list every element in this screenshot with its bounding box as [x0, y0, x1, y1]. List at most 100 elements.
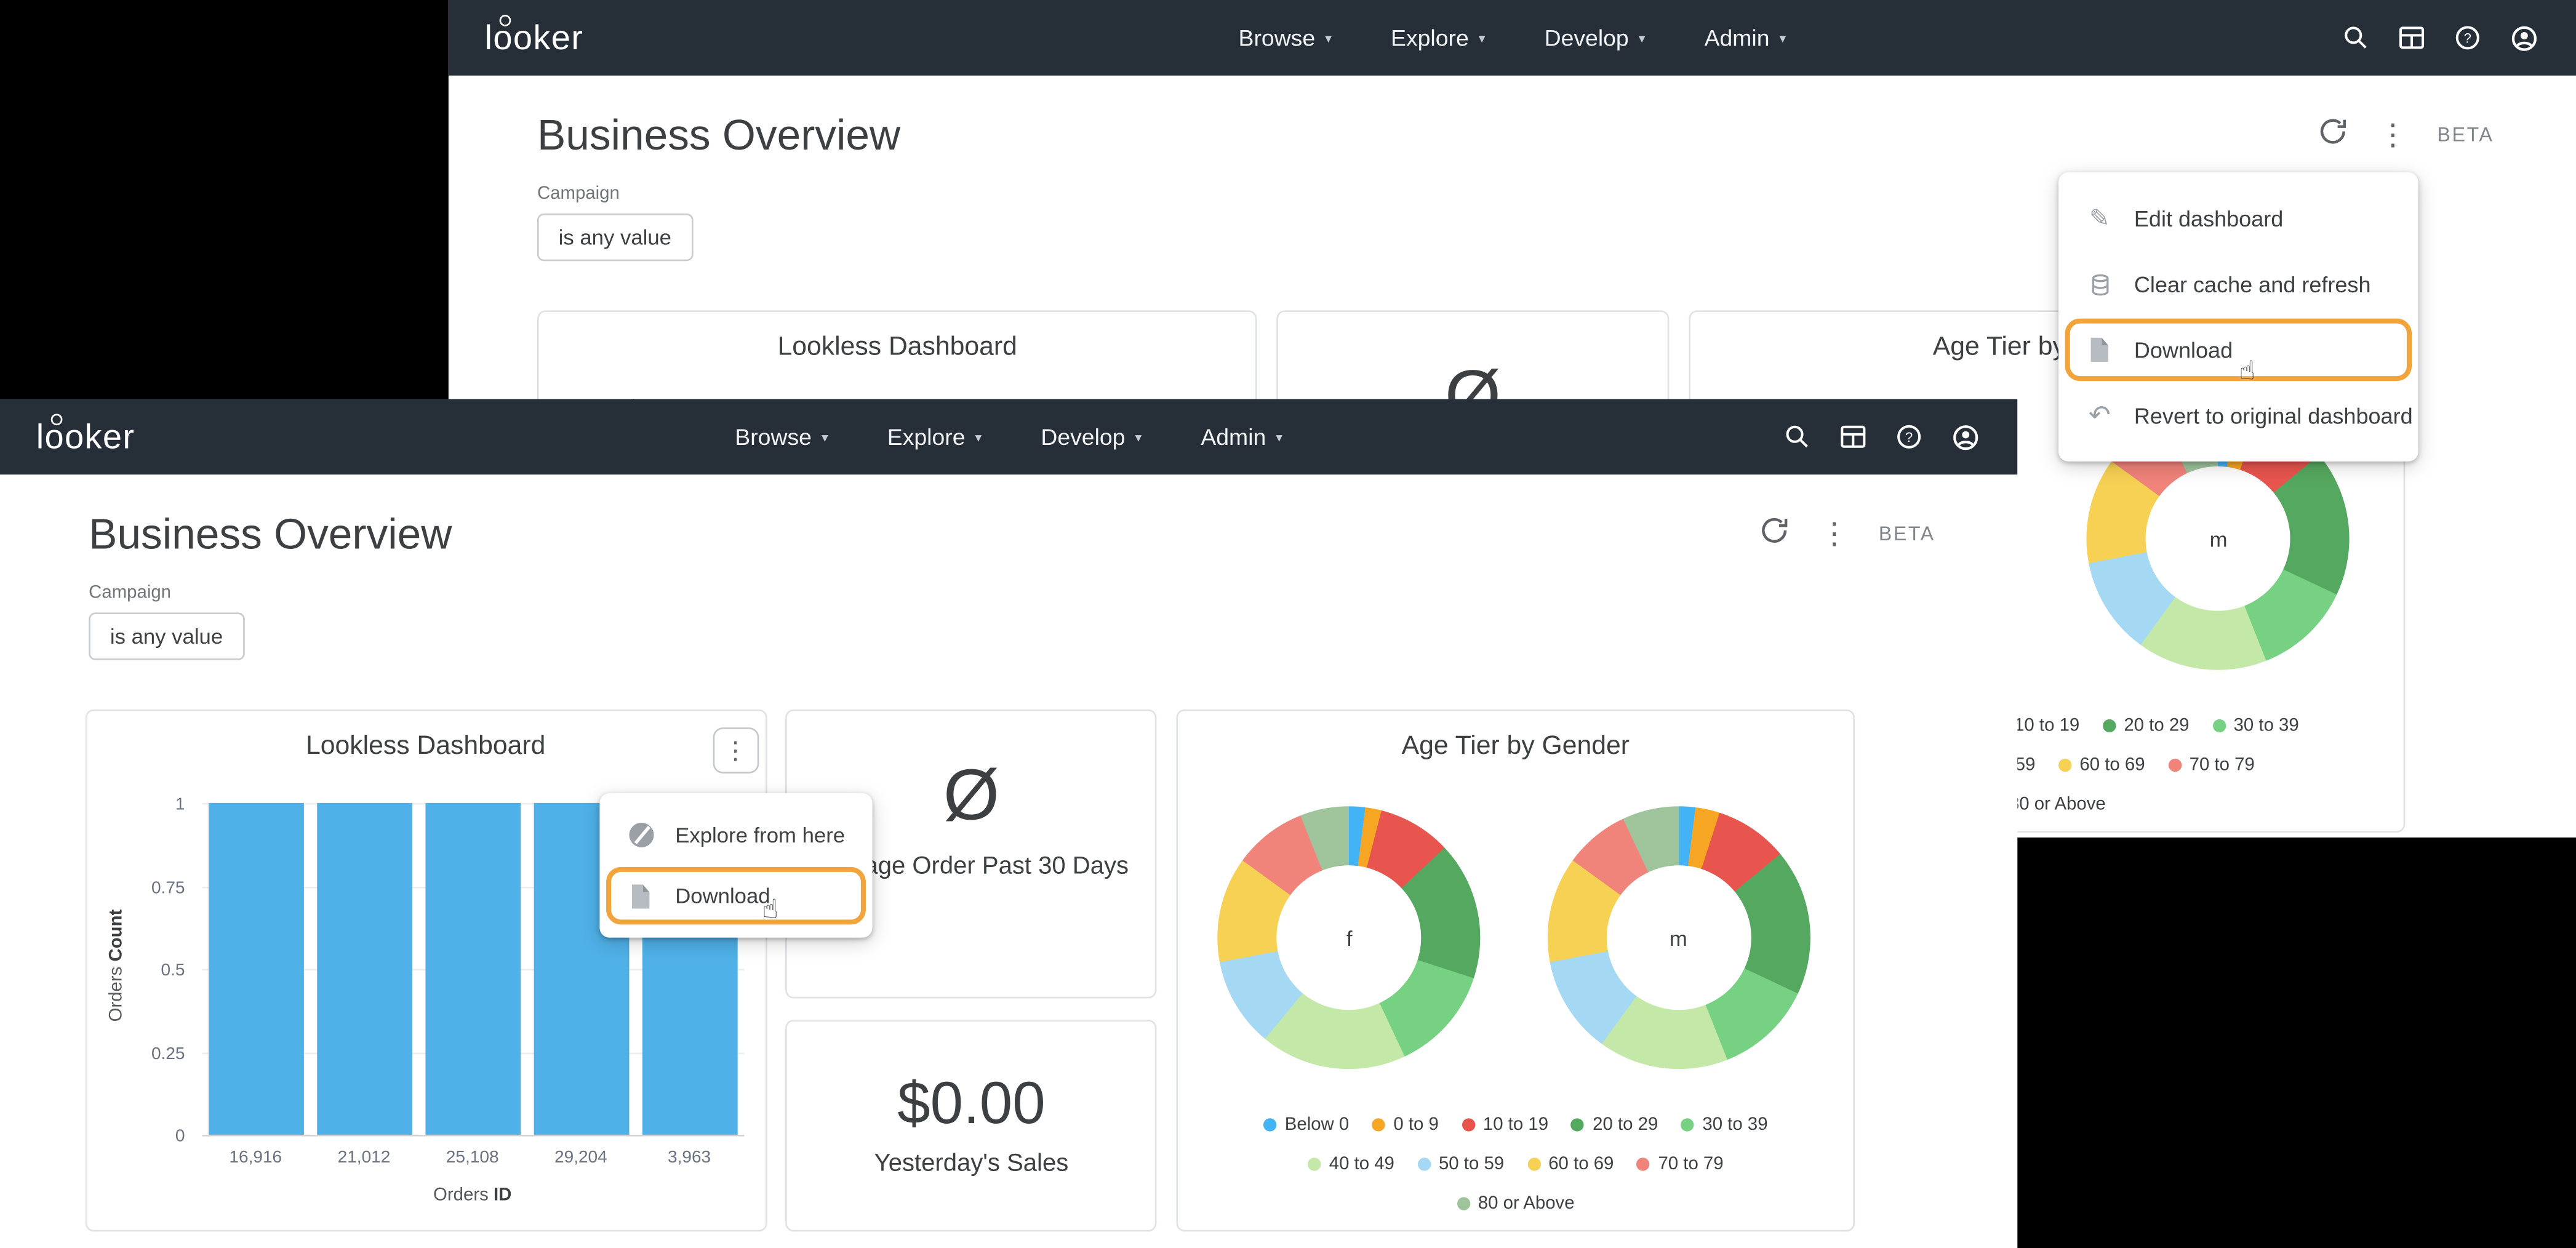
refresh-icon[interactable] [1757, 513, 1790, 554]
bar-21-012[interactable] [316, 803, 412, 1135]
dashboards-icon[interactable] [2397, 23, 2426, 52]
tile-kebab-icon[interactable]: ⋮ [713, 727, 759, 774]
x-axis-labels: 16,91621,01225,10829,2043,963 [201, 1148, 743, 1167]
legend-item-30-to-39[interactable]: 30 to 39 [1681, 1112, 1768, 1138]
nav-item-label: Develop [1041, 423, 1125, 450]
menu-item-explore-from-here[interactable]: Explore from here [599, 805, 872, 866]
menu-item-label: Clear cache and refresh [2134, 272, 2371, 297]
pencil-icon: ✎ [2085, 204, 2114, 233]
search-icon[interactable] [2341, 23, 2370, 52]
legend-item-20-to-29[interactable]: 20 to 29 [1571, 1112, 1658, 1138]
looker-logo[interactable]: looker [485, 20, 584, 55]
top-navbar: looker Browse▾ Explore▾ Develop▾ Admin▾ ? [0, 399, 2017, 474]
help-icon[interactable]: ? [2453, 23, 2482, 52]
nav-item-admin[interactable]: Admin▾ [1201, 423, 1282, 450]
legend-label: 20 to 29 [2124, 716, 2189, 735]
legend-label: Below 0 [1285, 1115, 1349, 1135]
legend-dot [1372, 1118, 1385, 1131]
file-icon [2085, 337, 2114, 363]
menu-item-clear-cache-and-refresh[interactable]: Clear cache and refresh [2058, 251, 2418, 317]
refresh-icon[interactable] [2316, 114, 2348, 155]
legend-label: 50 to 59 [1439, 1154, 1504, 1174]
nav-item-admin[interactable]: Admin▾ [1705, 25, 1786, 51]
legend-dot [1263, 1118, 1276, 1131]
svg-text:?: ? [1905, 430, 1913, 445]
legend-label: 60 to 69 [1548, 1154, 1614, 1174]
legend-label: 30 to 39 [1702, 1115, 1767, 1135]
looker-logo[interactable]: looker [36, 420, 135, 454]
beta-badge: BETA [1879, 522, 1935, 545]
kebab-icon[interactable]: ⋮ [2378, 120, 2407, 150]
menu-item-revert-to-original-dashboard[interactable]: ↶ Revert to original dashboard [2058, 383, 2418, 449]
nav-item-label: Explore [1391, 25, 1469, 51]
legend-item-below-0[interactable]: Below 0 [1263, 1112, 1349, 1138]
campaign-filter-input[interactable]: is any value [89, 612, 244, 660]
filter-label: Campaign [537, 184, 693, 204]
nav-item-develop[interactable]: Develop▾ [1041, 423, 1142, 450]
logo-ring-icon [500, 14, 511, 26]
help-icon[interactable]: ? [1894, 422, 1924, 452]
looker-logo-text: looker [485, 19, 584, 57]
menu-item-edit-dashboard[interactable]: ✎Edit dashboard [2058, 186, 2418, 252]
foreground-window: looker Browse▾ Explore▾ Develop▾ Admin▾ ? B… [0, 399, 2017, 1248]
legend-item-40-to-49[interactable]: 40 to 49 [1308, 1151, 1394, 1178]
explore-icon [626, 823, 655, 847]
header-actions: ⋮ BETA [1757, 513, 1935, 554]
tile-title: Age Tier by Gender [1178, 711, 1854, 762]
age-tier-legend: Below 0 0 to 9 10 to 19 20 to 29 30 to 39 40 … [1178, 1112, 1854, 1230]
legend-item-20-to-29[interactable]: 20 to 29 [2103, 713, 2190, 739]
legend-item-0-to-9[interactable]: 0 to 9 [1372, 1112, 1439, 1138]
legend-label: 60 to 69 [2079, 755, 2145, 775]
account-icon[interactable] [1950, 421, 1982, 452]
legend-row: Below 0 0 to 9 10 to 19 20 to 29 30 to 39 [1178, 1112, 1854, 1138]
donut-hole: f [1277, 865, 1422, 1010]
legend-item-60-to-69[interactable]: 60 to 69 [2058, 752, 2145, 778]
file-icon [626, 882, 655, 909]
looker-logo-text: looker [36, 418, 135, 455]
nav-item-label: Browse [1239, 25, 1316, 51]
legend-dot [2103, 719, 2116, 732]
bar-16-916[interactable] [208, 803, 303, 1135]
page-title: Business Overview [89, 508, 452, 559]
nav-item-develop[interactable]: Develop▾ [1545, 25, 1646, 51]
legend-item-70-to-79[interactable]: 70 to 79 [2168, 752, 2255, 778]
legend-item-70-to-79[interactable]: 70 to 79 [1637, 1151, 1724, 1178]
nav-item-label: Admin [1201, 423, 1266, 450]
chevron-down-icon: ▾ [1479, 30, 1486, 45]
dashboards-icon[interactable] [1838, 422, 1868, 452]
search-icon[interactable] [1783, 422, 1812, 452]
legend-dot [1637, 1158, 1650, 1170]
legend-item-30-to-39[interactable]: 30 to 39 [2212, 713, 2299, 739]
donut-center-label: m [2210, 526, 2228, 551]
legend-item-60-to-69[interactable]: 60 to 69 [1527, 1151, 1614, 1178]
donut-chart-m[interactable]: m [1547, 806, 1810, 1069]
legend-item-10-to-19[interactable]: 10 to 19 [1462, 1112, 1548, 1138]
legend-dot [1457, 1197, 1470, 1210]
donut-center-label: m [1670, 926, 1687, 950]
account-icon[interactable] [2509, 22, 2540, 54]
kebab-icon[interactable]: ⋮ [1820, 519, 1849, 548]
primary-nav: Browse▾Explore▾Develop▾Admin▾ [1239, 25, 1786, 51]
legend-label: 70 to 79 [2190, 755, 2255, 775]
menu-item-label: Download [675, 884, 770, 908]
chevron-down-icon: ▾ [1639, 30, 1646, 45]
legend-label: 10 to 19 [1483, 1115, 1548, 1135]
campaign-filter-input[interactable]: is any value [537, 214, 693, 261]
legend-item-50-to-59[interactable]: 50 to 59 [1417, 1151, 1504, 1178]
legend-dot [1571, 1118, 1584, 1131]
nav-item-explore[interactable]: Explore ▾ [1391, 25, 1485, 51]
legend-item-80-or-above[interactable]: 80 or Above [1457, 1191, 1574, 1217]
bar-25-108[interactable] [425, 803, 520, 1135]
menu-item-label: Revert to original dashboard [2134, 403, 2413, 428]
nav-item-browse[interactable]: Browse▾ [735, 423, 828, 450]
sales-value: $0.00 [788, 1074, 1156, 1133]
nav-item-explore[interactable]: Explore▾ [887, 423, 982, 450]
undo-icon: ↶ [2085, 399, 2114, 431]
menu-item-download[interactable]: Download [599, 865, 872, 926]
legend-dot [2168, 759, 2181, 772]
nav-item-browse[interactable]: Browse▾ [1239, 25, 1332, 51]
donut-chart-f[interactable]: f [1218, 806, 1481, 1069]
menu-item-download[interactable]: Download [2058, 317, 2418, 383]
tile-age-tier-by-gender: Age Tier by Gender f m Below 0 0 to 9 10 t… [1176, 710, 1855, 1232]
legend-label: 0 to 9 [1393, 1115, 1438, 1135]
